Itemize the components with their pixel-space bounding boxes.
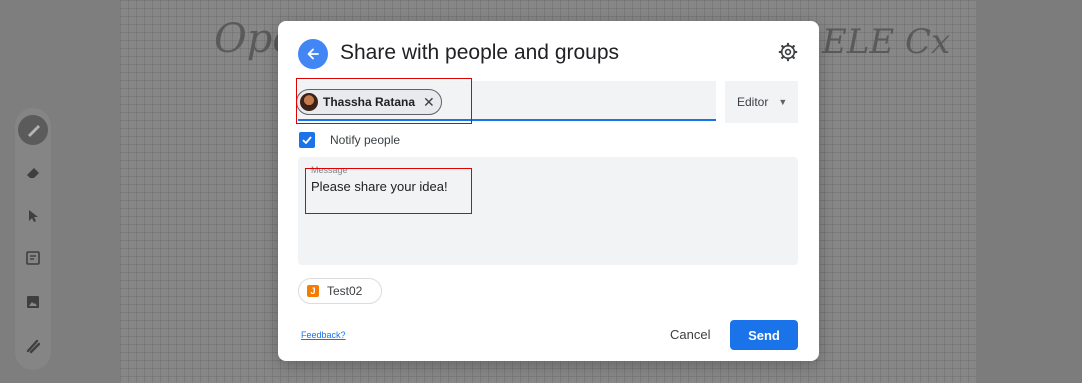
notify-label: Notify people bbox=[330, 133, 401, 147]
image-icon[interactable] bbox=[21, 290, 45, 314]
tag-chip[interactable]: J Test02 bbox=[298, 278, 382, 304]
highlight-box-recipient bbox=[296, 78, 472, 124]
settings-gear-icon[interactable] bbox=[778, 42, 800, 64]
laser-icon[interactable] bbox=[21, 334, 45, 358]
checkmark-icon bbox=[302, 136, 312, 145]
role-label: Editor bbox=[737, 95, 769, 109]
app-logo-icon: J bbox=[307, 285, 319, 297]
dialog-title: Share with people and groups bbox=[340, 41, 620, 64]
eraser-icon[interactable] bbox=[21, 160, 45, 184]
chevron-down-icon: ▼ bbox=[778, 97, 788, 107]
tag-label: Test02 bbox=[327, 284, 363, 298]
role-dropdown[interactable]: Editor ▼ bbox=[725, 81, 798, 123]
backdrop-right-panel bbox=[976, 0, 1082, 383]
send-button[interactable]: Send bbox=[730, 320, 798, 350]
highlight-box-message bbox=[305, 168, 472, 214]
pen-icon[interactable] bbox=[18, 115, 48, 145]
arrow-left-icon bbox=[307, 48, 319, 60]
sticky-note-icon[interactable] bbox=[21, 246, 45, 270]
back-button[interactable] bbox=[298, 39, 328, 69]
select-arrow-icon[interactable] bbox=[21, 204, 45, 228]
whiteboard-toolbar bbox=[15, 108, 51, 370]
feedback-link[interactable]: Feedback? bbox=[301, 330, 346, 340]
cancel-button[interactable]: Cancel bbox=[670, 327, 710, 342]
scribble-right: ELE Cx bbox=[822, 22, 951, 62]
share-dialog: Share with people and groups Thassha Rat… bbox=[278, 21, 819, 361]
notify-checkbox[interactable] bbox=[299, 132, 315, 148]
